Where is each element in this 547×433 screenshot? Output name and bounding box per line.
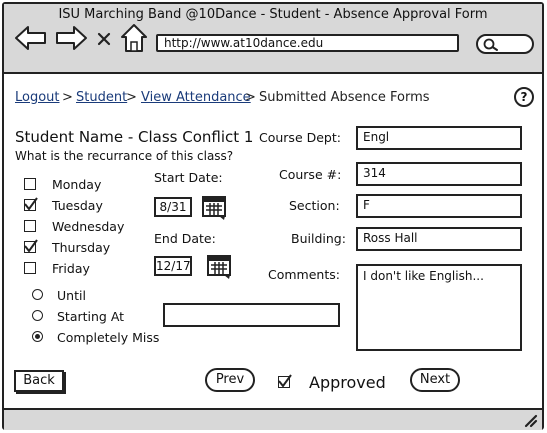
checkbox-wednesday[interactable] [24, 220, 36, 232]
form-heading: Student Name - Class Conflict 1 [15, 128, 254, 146]
help-icon[interactable]: ? [514, 87, 534, 107]
breadcrumb-student-link[interactable]: Student [76, 90, 127, 105]
checkbox-monday[interactable] [24, 178, 36, 190]
course-dept-label: Course Dept: [259, 130, 341, 145]
back-button[interactable]: Back [14, 370, 64, 392]
checkbox-friday[interactable] [24, 262, 36, 274]
checkbox-label: Thursday [52, 240, 111, 255]
course-num-input[interactable]: 314 [356, 162, 522, 186]
radio-starting-at[interactable] [32, 310, 43, 321]
radio-label: Until [57, 288, 86, 303]
approved-label: Approved [309, 373, 386, 392]
radio-label: Starting At [57, 309, 125, 324]
building-label: Building: [291, 231, 346, 246]
search-icon [483, 38, 498, 51]
radio-completely-miss[interactable] [32, 331, 43, 342]
browser-toolbar: ISU Marching Band @10Dance - Student - A… [4, 4, 542, 74]
checkmark-icon [278, 374, 292, 388]
radio-label: Completely Miss [57, 330, 160, 345]
breadcrumb-separator: > [245, 90, 256, 105]
start-date-field[interactable]: 8/31 [154, 197, 192, 217]
checkbox-label: Friday [52, 261, 90, 276]
end-date-field[interactable]: 12/17 [154, 256, 192, 276]
url-input[interactable]: http://www.at10dance.edu [156, 34, 459, 52]
comments-label: Comments: [268, 267, 340, 282]
checkmark-icon [24, 197, 38, 211]
start-date-label: Start Date: [154, 170, 223, 185]
arrow-right-icon[interactable] [54, 25, 88, 51]
close-icon[interactable] [96, 31, 112, 47]
calendar-icon[interactable] [207, 253, 233, 279]
checkbox-tuesday[interactable] [24, 197, 38, 211]
breadcrumb-separator: > [126, 90, 137, 105]
status-bar [4, 408, 542, 430]
comments-textarea[interactable]: I don't like English... [356, 264, 522, 351]
course-num-label: Course #: [279, 167, 342, 182]
breadcrumb-separator: > [62, 90, 73, 105]
arrow-left-icon[interactable] [14, 25, 48, 51]
section-label: Section: [289, 198, 340, 213]
window-title: ISU Marching Band @10Dance - Student - A… [58, 7, 488, 22]
approved-checkbox[interactable] [278, 374, 292, 388]
recurrence-question: What is the recurrance of this class? [15, 149, 234, 163]
checkbox-label: Tuesday [52, 198, 103, 213]
breadcrumb-logout-link[interactable]: Logout [15, 90, 60, 105]
home-icon[interactable] [120, 23, 148, 53]
browser-window: ISU Marching Band @10Dance - Student - A… [2, 2, 544, 430]
browser-search-input[interactable] [476, 34, 534, 54]
starting-at-input[interactable] [163, 303, 340, 327]
resize-grip-icon[interactable] [522, 412, 538, 428]
building-input[interactable]: Ross Hall [356, 227, 522, 251]
checkmark-icon [24, 239, 38, 253]
calendar-icon[interactable] [202, 194, 228, 220]
page-content: Logout > Student > View Attendance > Sub… [4, 74, 542, 406]
end-date-label: End Date: [154, 231, 216, 246]
checkbox-thursday[interactable] [24, 239, 38, 253]
checkbox-label: Monday [52, 177, 102, 192]
next-button[interactable]: Next [410, 368, 460, 392]
prev-button[interactable]: Prev [205, 368, 255, 392]
breadcrumb-current: Submitted Absence Forms [259, 90, 430, 105]
breadcrumb-view-attendance-link[interactable]: View Attendance [141, 90, 251, 105]
course-dept-input[interactable]: Engl [356, 126, 522, 150]
checkbox-label: Wednesday [52, 219, 125, 234]
section-input[interactable]: F [356, 194, 522, 218]
radio-until[interactable] [32, 289, 43, 300]
